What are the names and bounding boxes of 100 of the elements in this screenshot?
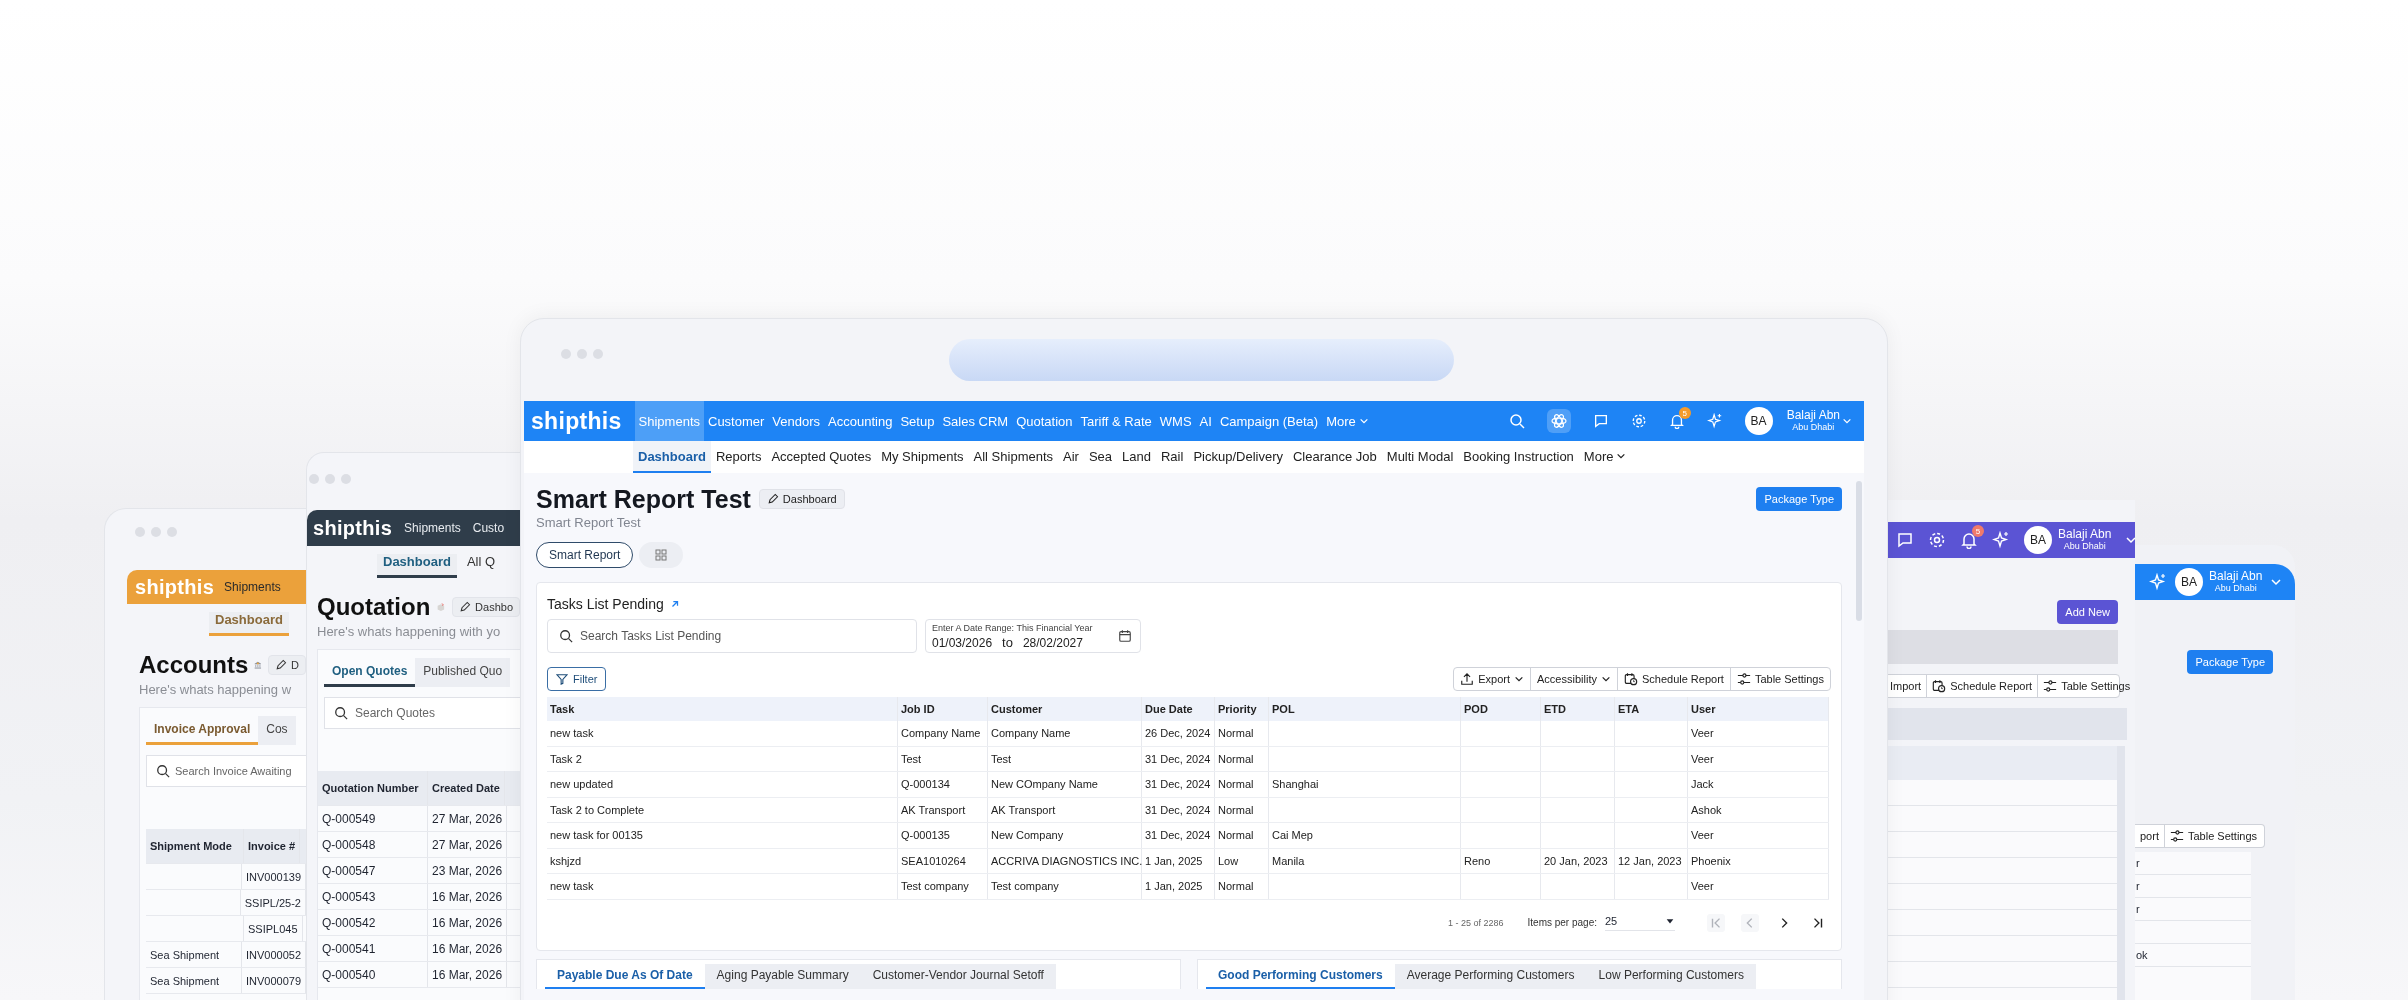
subnav-tab[interactable]: Clearance Job bbox=[1288, 441, 1382, 473]
nav-tab[interactable]: Campaign (Beta) bbox=[1215, 401, 1323, 441]
table-cell: Phoenix bbox=[1688, 848, 1829, 873]
settings-icon[interactable] bbox=[1928, 531, 1946, 549]
table-cell: kshjzd bbox=[547, 848, 898, 873]
subnav-tab[interactable]: Rail bbox=[1156, 441, 1189, 473]
subnav-tab[interactable]: More bbox=[1578, 441, 1632, 473]
page-subtitle: Here's whats happening w bbox=[139, 682, 293, 697]
edit-button[interactable]: Dashboard bbox=[758, 489, 845, 509]
add-new-button[interactable]: Add New bbox=[2057, 600, 2118, 624]
table-cell: Cai Mep bbox=[1269, 823, 1461, 848]
chat-icon[interactable] bbox=[1896, 531, 1914, 549]
table-cell: SEA1010264 bbox=[898, 848, 988, 873]
view-toggle[interactable]: Smart Report bbox=[536, 542, 634, 568]
subnav-tab[interactable]: Dashboard bbox=[633, 441, 711, 473]
toolbar-button[interactable]: Table Settings bbox=[1730, 668, 1830, 690]
table-cell: SSIPL045 bbox=[244, 916, 303, 941]
subnav-tab[interactable]: Accepted Quotes bbox=[766, 441, 877, 473]
pencil-icon bbox=[766, 493, 779, 505]
table-cell: new updated bbox=[547, 772, 898, 797]
toolbar-button[interactable]: Schedule Report bbox=[1617, 668, 1731, 690]
nav-tab[interactable]: Customer bbox=[704, 401, 769, 441]
tab[interactable]: Published Quo bbox=[415, 658, 511, 687]
scrollbar[interactable] bbox=[1856, 481, 1862, 621]
nav-tab[interactable]: Tariff & Rate bbox=[1076, 401, 1156, 441]
nav-link[interactable]: Shipments bbox=[224, 580, 281, 594]
tab[interactable]: Cos bbox=[258, 716, 296, 745]
toolbar-button[interactable]: Accessibility bbox=[1531, 668, 1618, 690]
toolbar-button[interactable]: Table Settings bbox=[2164, 825, 2263, 847]
nav-tab[interactable]: Setup bbox=[896, 401, 939, 441]
toolbar-button[interactable]: port bbox=[2135, 825, 2165, 847]
toolbar-button[interactable]: Table Settings bbox=[2038, 675, 2135, 697]
table-cell: Normal bbox=[1215, 874, 1269, 899]
atom-icon[interactable] bbox=[1546, 409, 1571, 433]
user-location: Abu Dhabi bbox=[2214, 583, 2258, 594]
bell-icon[interactable] bbox=[1668, 413, 1685, 429]
package-type-button[interactable]: Package Type bbox=[2187, 650, 2273, 674]
nav-tab[interactable]: More bbox=[1322, 401, 1373, 441]
table-cell: AK Transport bbox=[988, 797, 1142, 822]
nav-tab[interactable]: Quotation bbox=[1012, 401, 1077, 441]
nav-link[interactable]: Custo bbox=[472, 521, 505, 535]
search-icon[interactable] bbox=[1508, 413, 1525, 429]
nav-tab[interactable]: Vendors bbox=[768, 401, 825, 441]
filter-button[interactable]: Filter bbox=[547, 667, 607, 691]
chevron-down-icon[interactable] bbox=[2125, 534, 2135, 546]
chevron-down-icon bbox=[1514, 674, 1525, 684]
field-label: Enter A Date Range: This Financial Year bbox=[932, 623, 1094, 633]
items-per-page-select[interactable]: 25 bbox=[1605, 914, 1675, 931]
tab[interactable]: Average Performing Customers bbox=[1394, 963, 1587, 989]
user-avatar[interactable]: BA bbox=[2175, 568, 2203, 596]
subnav-tab[interactable]: My Shipments bbox=[876, 441, 969, 473]
user-avatar[interactable]: BA bbox=[2024, 526, 2052, 554]
table-cell: 12 Jan, 2023 bbox=[1615, 848, 1688, 873]
sparkle-icon[interactable] bbox=[2149, 573, 2167, 591]
tab[interactable]: Low Performing Customers bbox=[1586, 963, 1756, 989]
subnav-tab[interactable]: Booking Instruction bbox=[1458, 441, 1579, 473]
table-cell: AK Transport bbox=[898, 797, 988, 822]
table-cell: Normal bbox=[1215, 823, 1269, 848]
search-field[interactable]: Search Tasks List Pending bbox=[547, 619, 917, 653]
nav-tab[interactable]: Sales CRM bbox=[938, 401, 1013, 441]
grid-view-toggle[interactable] bbox=[639, 542, 684, 568]
subnav-tab[interactable]: Dashboard bbox=[209, 612, 289, 636]
edit-button[interactable]: D bbox=[268, 655, 306, 675]
bell-icon[interactable] bbox=[1960, 531, 1978, 549]
sparkle-icon[interactable] bbox=[1992, 531, 2010, 549]
toolbar-button[interactable]: Export bbox=[1454, 668, 1532, 690]
column-header: ETA bbox=[1615, 697, 1688, 721]
calendar-icon[interactable] bbox=[1118, 629, 1132, 643]
settings-icon[interactable] bbox=[1630, 413, 1647, 429]
subnav-tab[interactable]: Reports bbox=[710, 441, 767, 473]
tab[interactable]: Aging Payable Summary bbox=[704, 963, 861, 989]
user-avatar[interactable]: BA bbox=[1744, 407, 1773, 435]
subnav-tab[interactable]: Land bbox=[1117, 441, 1156, 473]
package-type-button[interactable]: Package Type bbox=[1756, 487, 1842, 511]
chevron-down-icon[interactable] bbox=[2270, 576, 2283, 588]
nav-tab[interactable]: WMS bbox=[1155, 401, 1196, 441]
subnav-tab[interactable]: Air bbox=[1058, 441, 1084, 473]
items-per-page-label: Items per page: bbox=[1527, 917, 1597, 928]
subnav-tab[interactable]: All Shipments bbox=[968, 441, 1059, 473]
tab[interactable]: Customer-Vendor Journal Setoff bbox=[860, 963, 1056, 989]
subnav-tab[interactable]: Pickup/Delivery bbox=[1188, 441, 1288, 473]
subnav-tab[interactable]: Dashboard bbox=[377, 554, 457, 578]
toolbar-button[interactable]: Schedule Report bbox=[1927, 675, 2039, 697]
table-cell: Shanghai bbox=[1269, 772, 1461, 797]
logo-text: shipthis bbox=[135, 575, 215, 599]
search-field[interactable]: Search Quotes bbox=[324, 697, 520, 729]
sparkle-icon[interactable] bbox=[1706, 413, 1723, 429]
column-header: Due Date bbox=[1142, 697, 1215, 721]
date-range-field[interactable]: Enter A Date Range: This Financial Year 01/03/2026 to 28/02/2027 bbox=[925, 619, 1141, 653]
nav-link[interactable]: Shipments bbox=[404, 521, 461, 535]
edit-button[interactable]: Dashbo bbox=[452, 597, 520, 617]
subnav-tab[interactable]: Multi Modal bbox=[1381, 441, 1459, 473]
table-cell: Normal bbox=[1215, 721, 1269, 746]
chat-icon[interactable] bbox=[1592, 413, 1609, 429]
search-field[interactable]: Search Invoice Awaiting bbox=[146, 755, 306, 787]
nav-tab[interactable]: Accounting bbox=[824, 401, 897, 441]
chevron-down-icon[interactable] bbox=[1842, 416, 1852, 426]
nav-tab[interactable]: AI bbox=[1195, 401, 1216, 441]
subnav-tab[interactable]: All Q bbox=[460, 554, 502, 578]
subnav-tab[interactable]: Sea bbox=[1083, 441, 1118, 473]
